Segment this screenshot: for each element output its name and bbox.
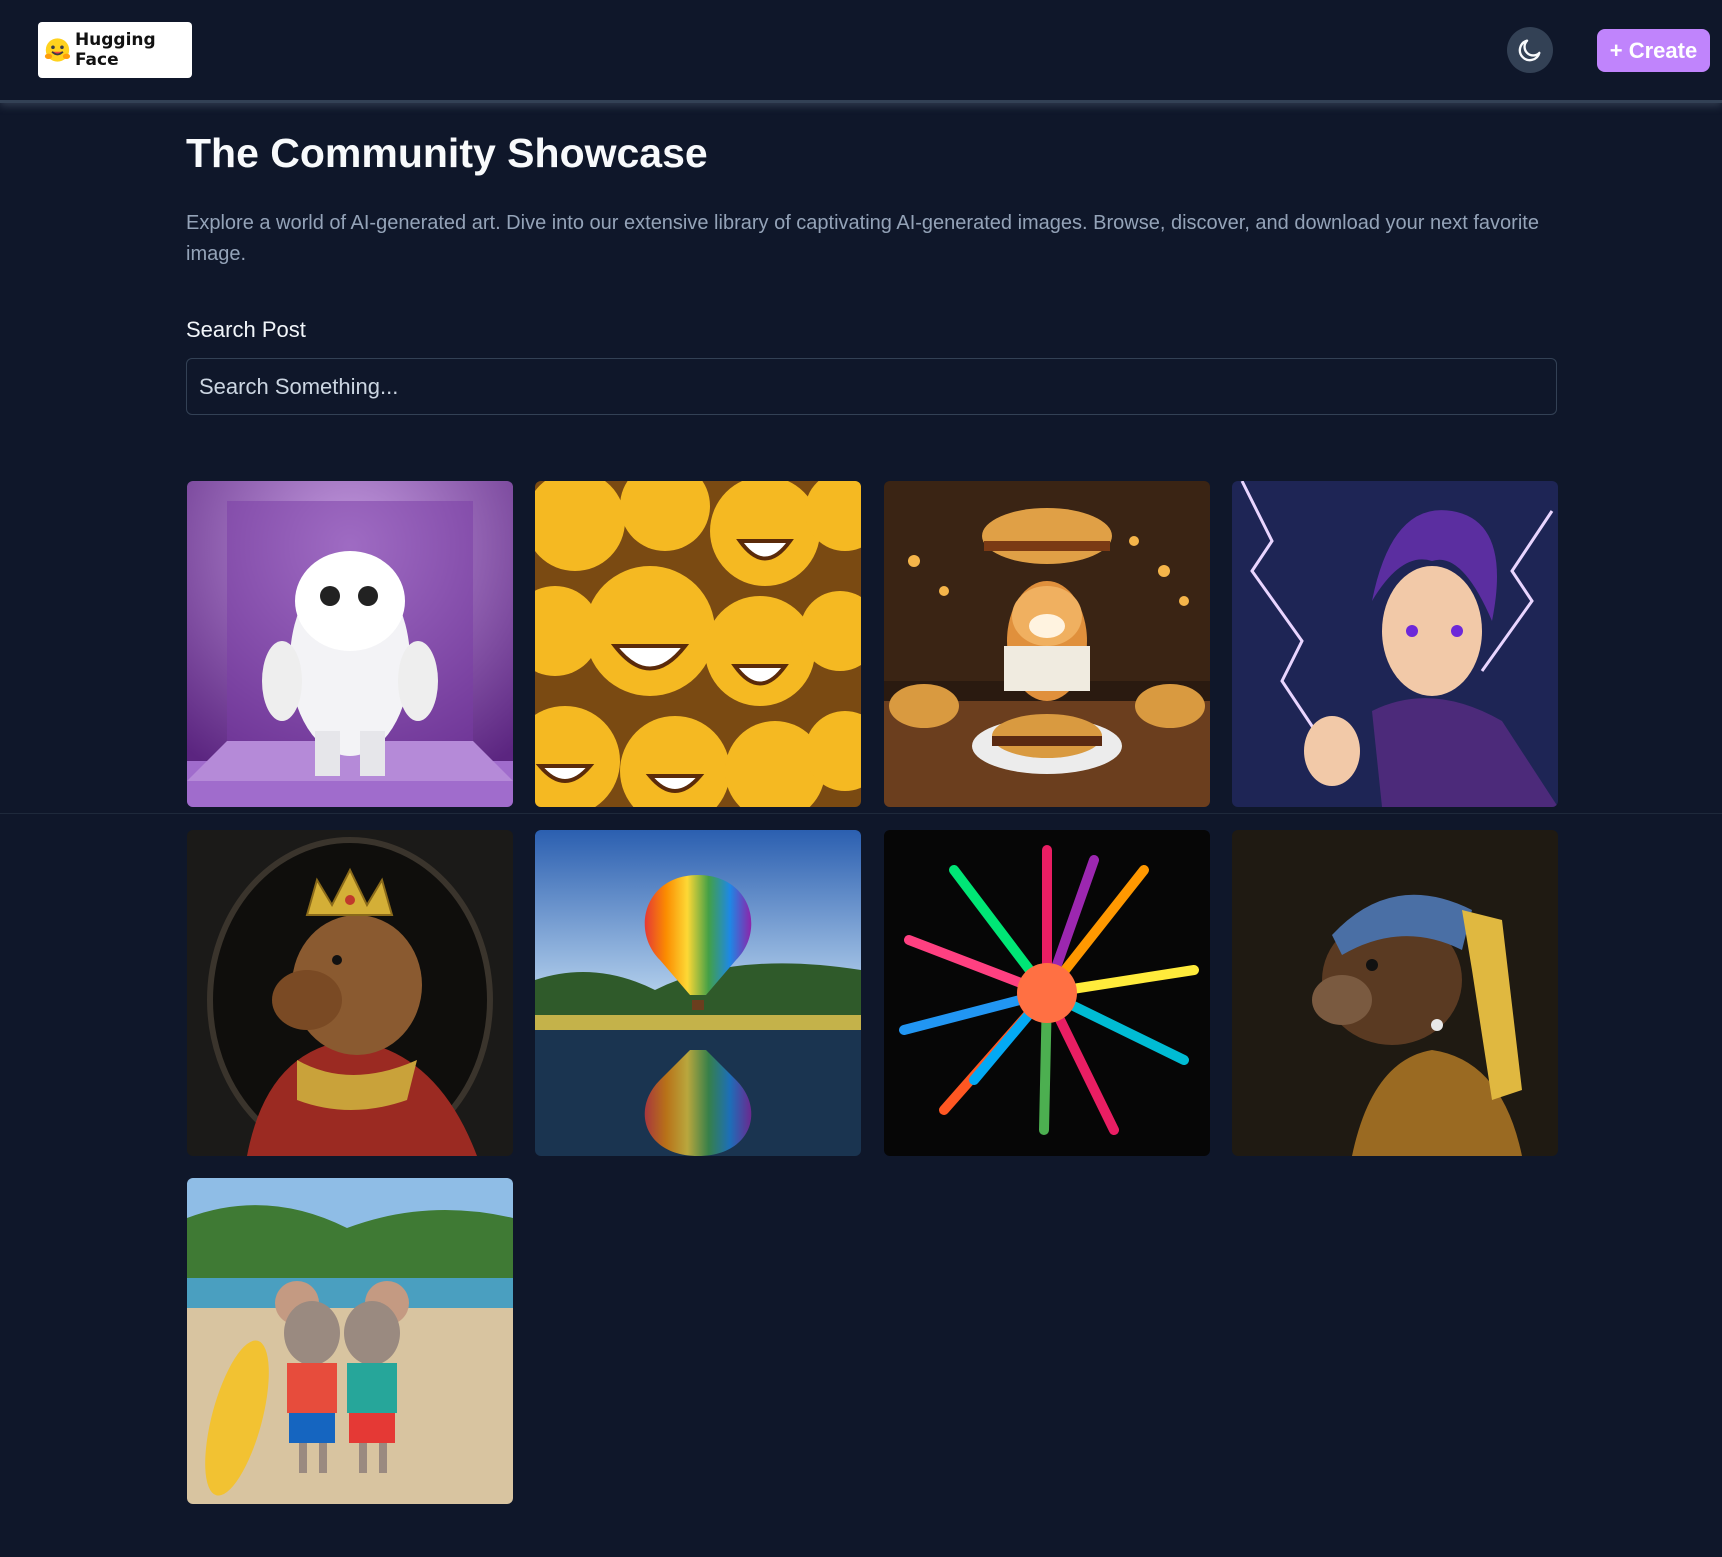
gallery-card-surfing-mice[interactable] xyxy=(187,1178,513,1504)
shiba-burgers-image xyxy=(884,481,1210,807)
anime-lightning-image xyxy=(1232,481,1558,807)
divider xyxy=(0,813,1722,814)
hugging-face-emoji-icon xyxy=(44,38,71,62)
page-description: Explore a world of AI-generated art. Div… xyxy=(186,212,1539,265)
search-input[interactable] xyxy=(186,358,1557,415)
fluffy-monster-image xyxy=(187,481,513,807)
logo-text: Hugging Face xyxy=(74,30,156,70)
create-button[interactable]: + Create xyxy=(1597,29,1710,72)
gallery-card-color-explosion[interactable] xyxy=(884,830,1210,1156)
page-title: The Community Showcase xyxy=(186,130,708,176)
surfing-mice-image xyxy=(187,1178,513,1504)
laughing-emojis-image xyxy=(535,481,861,807)
gallery-card-fluffy-monster[interactable] xyxy=(187,481,513,807)
gallery-card-capybara-king[interactable] xyxy=(187,830,513,1156)
capybara-king-image xyxy=(187,830,513,1156)
gallery-card-otter-pearl[interactable] xyxy=(1232,830,1558,1156)
gallery-card-anime-lightning[interactable] xyxy=(1232,481,1558,807)
moon-icon xyxy=(1518,39,1541,62)
gallery-card-laughing-emojis[interactable] xyxy=(535,481,861,807)
gallery-card-shiba-burgers[interactable] xyxy=(884,481,1210,807)
theme-toggle-button[interactable] xyxy=(1507,27,1553,73)
hugging-face-logo[interactable]: Hugging Face xyxy=(38,22,192,78)
gallery-card-hot-air-balloon[interactable] xyxy=(535,830,861,1156)
hot-air-balloon-image xyxy=(535,830,861,1156)
otter-pearl-image xyxy=(1232,830,1558,1156)
search-label: Search Post xyxy=(186,317,306,342)
color-explosion-image xyxy=(884,830,1210,1156)
top-navbar: Hugging Face + Create xyxy=(0,0,1722,103)
